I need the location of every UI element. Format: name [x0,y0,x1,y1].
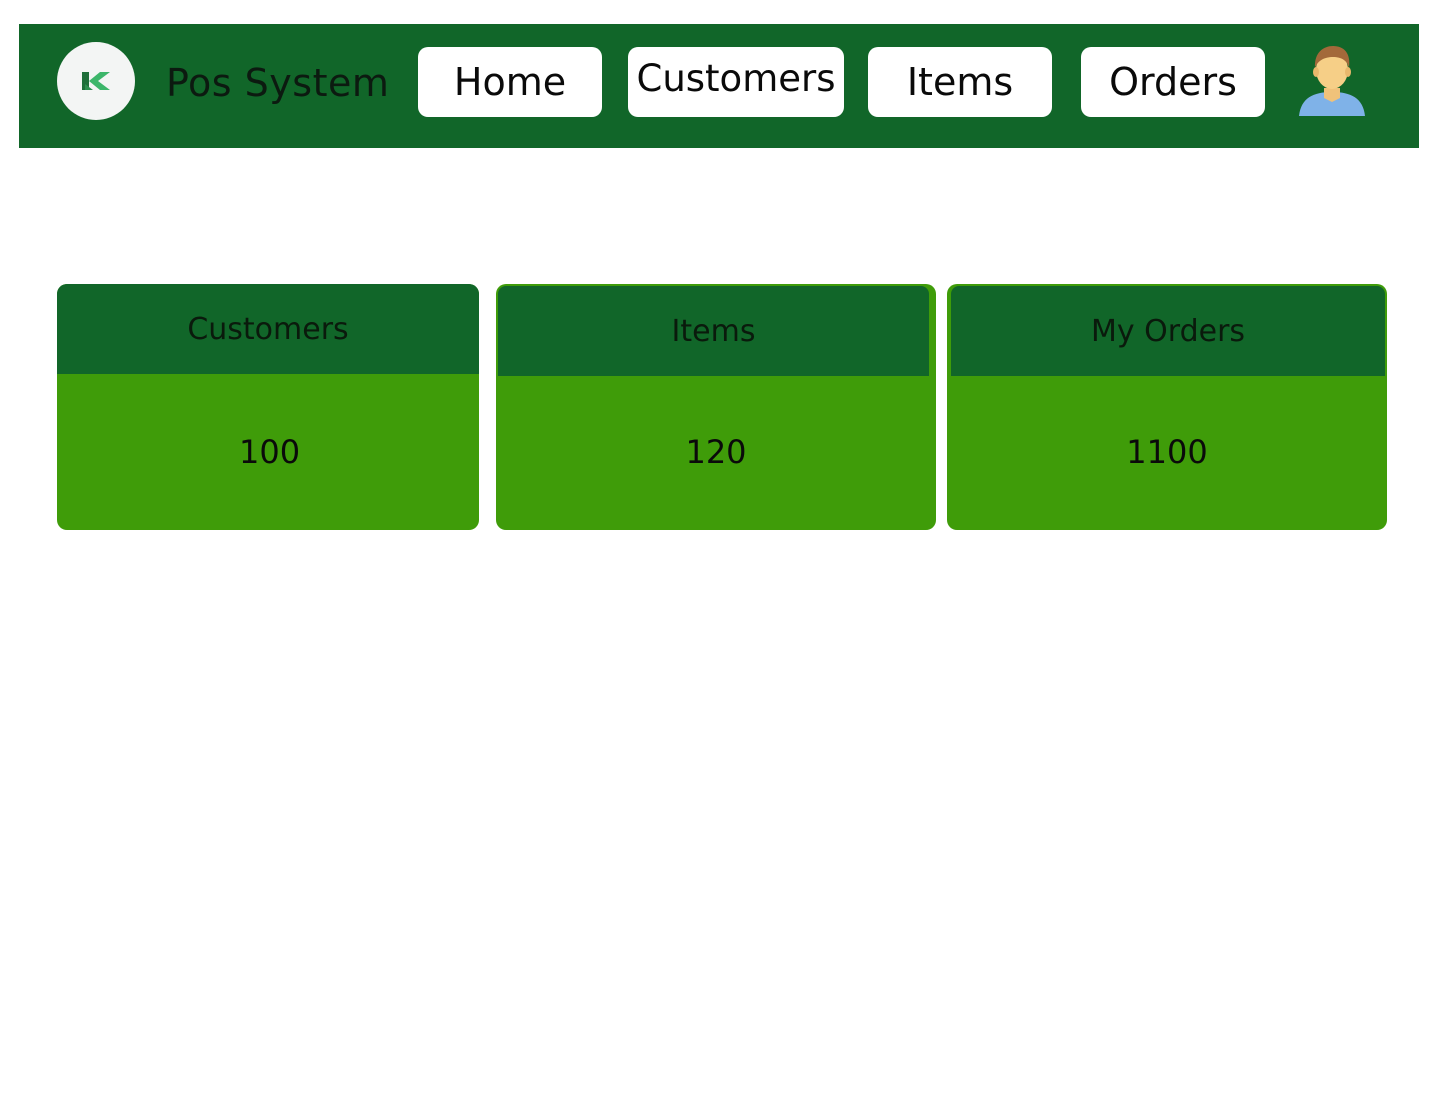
top-navbar: Pos System Home Customers Items Orders [19,24,1419,148]
nav-home-button[interactable]: Home [418,47,602,117]
nav-customers-button[interactable]: Customers [628,47,844,117]
brand-title: Pos System [166,61,390,105]
nav-items-button[interactable]: Items [868,47,1052,117]
orders-card[interactable]: My Orders 1100 [947,284,1387,530]
items-card-title: Items [498,286,929,376]
customers-card-value: 100 [239,433,301,471]
orders-card-value: 1100 [1126,433,1208,471]
items-card-value: 120 [685,433,747,471]
customers-card[interactable]: Customers 100 [57,284,479,530]
items-card[interactable]: Items 120 [496,284,936,530]
nav-orders-button[interactable]: Orders [1081,47,1265,117]
customers-card-title: Customers [57,284,479,374]
orders-card-title: My Orders [951,286,1385,376]
k-logo-icon [82,72,110,90]
logo[interactable] [57,42,135,120]
user-avatar-icon[interactable] [1297,44,1367,118]
